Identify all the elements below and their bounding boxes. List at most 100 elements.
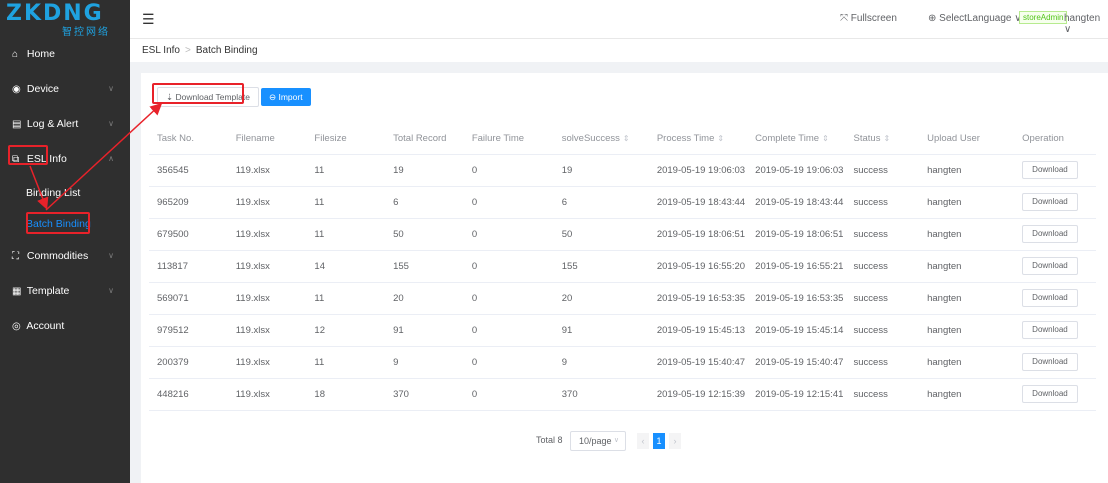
column-header: Filename [227, 124, 307, 155]
table-cell: 0 [463, 154, 554, 187]
chevron-up-icon: ∧ [108, 154, 114, 163]
chevron-down-icon: ∨ [108, 251, 114, 260]
chevron-down-icon: ∨ [108, 286, 114, 295]
row-download-button[interactable]: Download [1022, 161, 1078, 179]
table-cell: 119.xlsx [227, 314, 307, 347]
prev-page-button[interactable]: ‹ [637, 433, 649, 449]
column-header[interactable]: Process Time ⇕ [648, 124, 748, 155]
breadcrumb: ESL Info > Batch Binding [142, 45, 258, 56]
table-cell: 19 [385, 154, 464, 187]
sort-icon[interactable]: ⇕ [623, 134, 630, 143]
table-cell: 119.xlsx [227, 282, 307, 315]
row-download-button[interactable]: Download [1022, 385, 1078, 403]
language-select[interactable]: ⊕ SelectLanguage ∨ [928, 13, 1022, 24]
column-header-label: Process Time [656, 133, 715, 145]
table-row: 679500 119.xlsx 11 50 0 50 2019-05-19 18:06:51… [149, 218, 1096, 251]
main-content: ⇣ Download Template ⊖ Import Task No. Fil… [141, 73, 1108, 483]
column-header: Operation [1014, 124, 1096, 155]
table-cell: 9 [385, 346, 464, 379]
table-cell: 2019-05-19 16:55:21 [747, 250, 846, 283]
table-cell: 200379 [149, 346, 228, 379]
table-cell: 11 [306, 282, 386, 315]
row-download-button[interactable]: Download [1022, 289, 1078, 307]
table-cell: success [845, 282, 920, 315]
table-row: 979512 119.xlsx 12 91 0 91 2019-05-19 15:45:13… [149, 314, 1096, 347]
table-cell-operation: Download [1014, 186, 1096, 219]
table-cell: 12 [306, 314, 386, 347]
page-size-select[interactable]: 10/page ∨ [570, 431, 626, 451]
column-header[interactable]: solveSuccess ⇕ [553, 124, 649, 155]
table-cell: 155 [385, 250, 464, 283]
next-page-button[interactable]: › [669, 433, 681, 449]
row-download-button[interactable]: Download [1022, 321, 1078, 339]
table-cell: 0 [463, 314, 554, 347]
sort-icon[interactable]: ⇕ [883, 134, 890, 143]
chevron-down-icon: ∨ [108, 84, 114, 93]
table-cell: 119.xlsx [227, 250, 307, 283]
column-header[interactable]: Complete Time ⇕ [747, 124, 846, 155]
table-cell: 20 [385, 282, 464, 315]
table-cell: 2019-05-19 19:06:03 [648, 154, 748, 187]
sidebar-subitem-label: Binding List [26, 187, 81, 199]
menu-toggle-icon[interactable]: ☰ [142, 11, 155, 28]
table-cell: success [845, 218, 920, 251]
table-cell: 11 [306, 346, 386, 379]
table-row: 113817 119.xlsx 14 155 0 155 2019-05-19 16:55:… [149, 250, 1096, 283]
page-size-value: 10/page [579, 436, 612, 446]
table-cell: 0 [463, 250, 554, 283]
column-header-label: Filename [235, 133, 275, 145]
column-header: Task No. [149, 124, 228, 155]
breadcrumb-separator: > [185, 45, 191, 56]
table-cell: 119.xlsx [227, 186, 307, 219]
sidebar-item-device[interactable]: ◉ Device ∨ [0, 79, 130, 99]
table-cell: 2019-05-19 18:43:44 [648, 186, 748, 219]
fullscreen-button[interactable]: ⤧ Fullscreen [840, 13, 897, 24]
sidebar-item-log-alert[interactable]: ▤ Log & Alert ∨ [0, 114, 130, 134]
sidebar-item-template[interactable]: ▦ Template ∨ [0, 281, 130, 301]
table-cell: 11 [306, 218, 386, 251]
table-cell: success [845, 250, 920, 283]
column-header-label: Upload User [927, 133, 980, 145]
sidebar-item-label: Log & Alert [26, 118, 79, 130]
table-cell: 2019-05-19 15:45:13 [648, 314, 748, 347]
table-cell-operation: Download [1014, 282, 1096, 315]
column-header-label: Failure Time [471, 133, 525, 145]
table-cell: 119.xlsx [227, 346, 307, 379]
breadcrumb-item-esl-info[interactable]: ESL Info [142, 45, 180, 56]
table-cell: hangten [919, 186, 1015, 219]
table-cell: 50 [553, 218, 649, 251]
sort-icon[interactable]: ⇕ [717, 134, 724, 143]
table-cell: success [845, 314, 920, 347]
row-download-button[interactable]: Download [1022, 225, 1078, 243]
table-cell: 2019-05-19 19:06:03 [747, 154, 846, 187]
table-cell: 448216 [149, 378, 228, 411]
table-cell-operation: Download [1014, 154, 1096, 187]
table-cell: 91 [385, 314, 464, 347]
sidebar-item-commodities[interactable]: ⛶ Commodities ∨ [0, 246, 130, 266]
annotation-box-batch-binding [26, 212, 90, 234]
table-cell: 91 [553, 314, 649, 347]
table-cell: hangten [919, 346, 1015, 379]
sort-icon[interactable]: ⇕ [822, 134, 829, 143]
sidebar-subitem-binding-list[interactable]: Binding List [0, 183, 130, 203]
table-cell: 18 [306, 378, 386, 411]
commodities-icon: ⛶ [12, 251, 19, 262]
table-cell: 19 [553, 154, 649, 187]
sidebar-item-account[interactable]: ◎ Account [0, 316, 130, 336]
column-header[interactable]: Status ⇕ [845, 124, 920, 155]
table-cell: 11 [306, 186, 386, 219]
row-download-button[interactable]: Download [1022, 257, 1078, 275]
page-number-button[interactable]: 1 [653, 433, 665, 449]
user-menu[interactable]: hangten ∨ [1064, 13, 1108, 35]
row-download-button[interactable]: Download [1022, 193, 1078, 211]
breadcrumb-item-current: Batch Binding [195, 45, 258, 56]
device-icon: ◉ [12, 84, 21, 95]
table-cell-operation: Download [1014, 378, 1096, 411]
logo: ZKDNG 智控网络 [0, 0, 130, 38]
table-cell: 119.xlsx [227, 218, 307, 251]
row-download-button[interactable]: Download [1022, 353, 1078, 371]
import-button[interactable]: ⊖ Import [261, 88, 311, 106]
account-icon: ◎ [12, 321, 21, 332]
sidebar-item-home[interactable]: ⌂ Home [0, 44, 130, 64]
column-header-label: Total Record [393, 133, 447, 145]
